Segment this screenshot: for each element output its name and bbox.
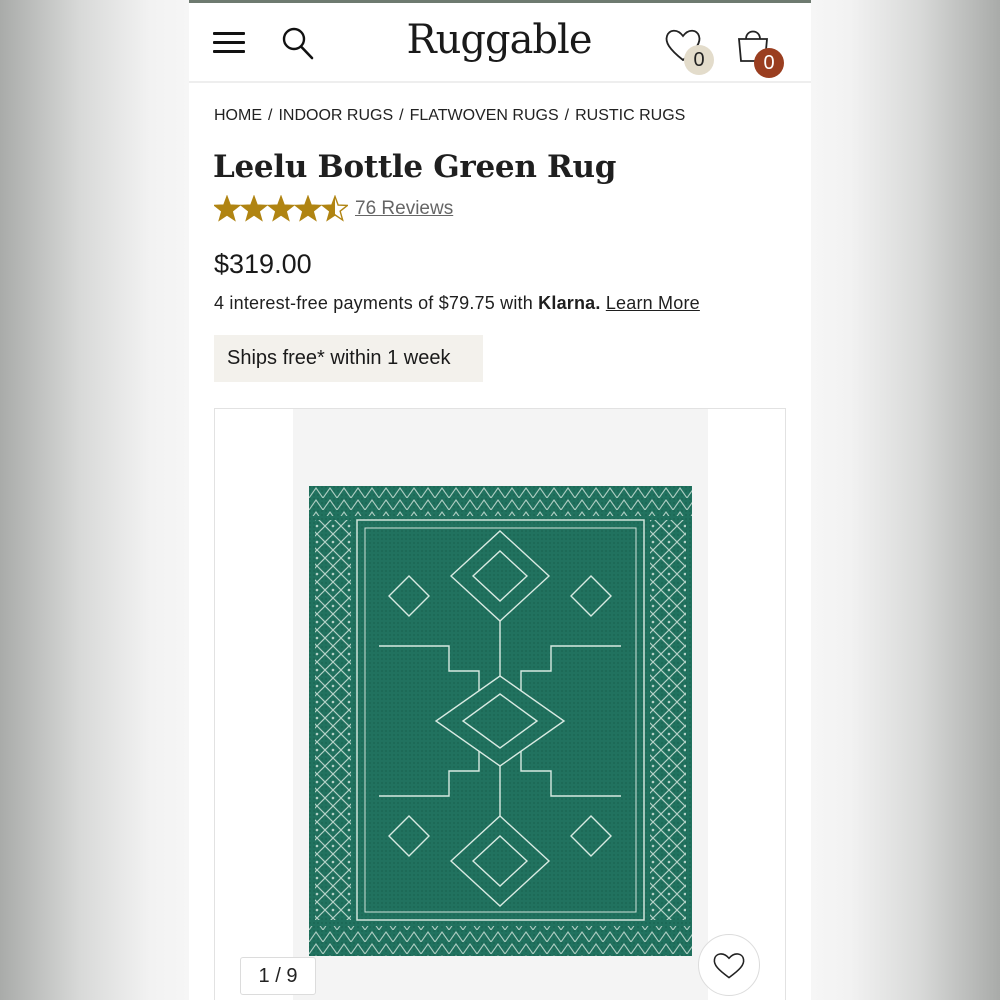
rating-star-icon [320, 195, 348, 222]
klarna-learn-more-link[interactable]: Learn More [606, 293, 700, 313]
gallery-counter: 1 / 9 [240, 957, 316, 995]
rating-star-icon [266, 195, 296, 222]
breadcrumb-rustic-rugs[interactable]: RUSTIC RUGS [575, 107, 685, 124]
wishlist-count-badge: 0 [684, 45, 714, 75]
breadcrumb: HOME / INDOOR RUGS / FLATWOVEN RUGS / RUSTIC R… [214, 107, 685, 125]
breadcrumb-indoor-rugs[interactable]: INDOOR RUGS [278, 107, 393, 124]
product-title: Leelu Bottle Green Rug [213, 149, 617, 185]
breadcrumb-separator: / [564, 107, 570, 124]
menu-icon[interactable] [213, 28, 247, 56]
add-to-wishlist-button[interactable] [698, 934, 760, 996]
shipping-badge: Ships free* within 1 week [214, 335, 483, 382]
brand-logo[interactable]: Ruggable [379, 17, 619, 63]
phone-viewport: Ruggable 0 0 HOME / INDOOR RUGS / FLATWOVEN … [189, 0, 811, 1000]
breadcrumb-separator: / [399, 107, 404, 124]
heart-icon [713, 953, 745, 979]
product-gallery[interactable]: 1 / 9 [214, 408, 786, 1000]
rating-star-icon [214, 195, 242, 222]
klarna-installments: 4 interest-free payments of $79.75 with … [214, 293, 700, 314]
product-price: $319.00 [214, 249, 312, 279]
star-rating[interactable] [214, 195, 348, 223]
reviews-link[interactable]: 76 Reviews [355, 198, 453, 220]
klarna-text: 4 interest-free payments of $79.75 with [214, 293, 533, 313]
search-icon[interactable] [281, 25, 315, 61]
klarna-logo: Klarna. [538, 293, 601, 313]
rating-star-icon [239, 195, 269, 222]
rating-star-icon [293, 195, 323, 222]
breadcrumb-separator: / [268, 107, 273, 124]
breadcrumb-flatwoven-rugs[interactable]: FLATWOVEN RUGS [410, 107, 559, 124]
cart-count-badge: 0 [754, 48, 784, 78]
site-header: Ruggable 0 0 [189, 3, 811, 83]
breadcrumb-home[interactable]: HOME [214, 107, 262, 124]
rug-product-image[interactable] [309, 486, 692, 956]
